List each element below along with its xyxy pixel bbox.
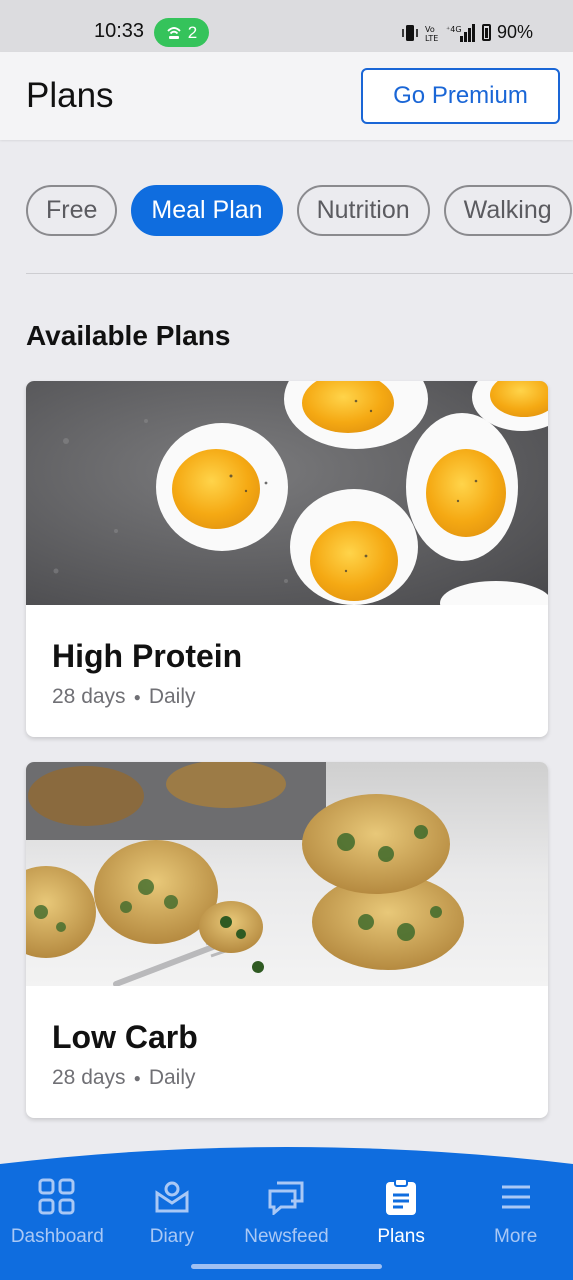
signal-icon: ⁺4G: [446, 23, 475, 42]
nav-label: More: [494, 1226, 538, 1247]
chip-nutrition[interactable]: Nutrition: [296, 185, 430, 236]
home-indicator[interactable]: [191, 1264, 382, 1269]
plan-card-high-protein[interactable]: High Protein 28 days ● Daily: [26, 381, 548, 737]
svg-text:LTE: LTE: [425, 34, 438, 42]
plan-meta: 28 days ● Daily: [52, 685, 196, 709]
plan-duration: 28 days: [52, 1066, 126, 1089]
nav-label: Diary: [149, 1226, 195, 1247]
page-title: Plans: [26, 76, 114, 115]
battery-icon: [481, 24, 491, 41]
chip-free[interactable]: Free: [26, 185, 118, 236]
bottom-navigation: Dashboard Diary Newsfeed Plans More: [0, 1140, 573, 1280]
plan-image-boiled-eggs: [26, 381, 548, 605]
status-icons: Vo LTE ⁺4G 90%: [402, 22, 533, 43]
nav-label: Newsfeed: [244, 1226, 329, 1247]
nav-item-plans[interactable]: Plans: [344, 1176, 459, 1248]
plans-icon: [380, 1176, 422, 1218]
volte-icon: Vo LTE: [425, 25, 438, 42]
diary-icon: [151, 1176, 193, 1218]
separator-dot: ●: [133, 1071, 141, 1085]
plan-image-egg-muffins: [26, 762, 548, 986]
plan-card-low-carb[interactable]: Low Carb 28 days ● Daily: [26, 762, 548, 1118]
hotspot-count: 2: [187, 22, 198, 42]
hotspot-icon: [167, 26, 181, 39]
status-time: 10:33: [94, 20, 145, 42]
vibrate-icon: [402, 24, 418, 41]
nav-item-newsfeed[interactable]: Newsfeed: [229, 1176, 344, 1248]
plan-frequency: Daily: [148, 1066, 196, 1089]
plan-title: High Protein: [52, 638, 243, 674]
app-header: Plans Go Premium: [0, 52, 573, 140]
svg-text:⁺4G: ⁺4G: [446, 25, 462, 34]
hotspot-indicator: 2: [154, 18, 209, 47]
plan-title: Low Carb: [52, 1019, 198, 1055]
nav-label: Dashboard: [10, 1226, 104, 1247]
nav-item-dashboard[interactable]: Dashboard: [0, 1176, 115, 1248]
nav-item-diary[interactable]: Diary: [115, 1176, 230, 1248]
battery-level: 90%: [496, 22, 533, 42]
go-premium-button[interactable]: Go Premium: [361, 68, 560, 124]
nav-item-more[interactable]: More: [458, 1176, 573, 1248]
newsfeed-icon: [265, 1176, 307, 1218]
plan-duration: 28 days: [52, 685, 126, 708]
plan-meta: 28 days ● Daily: [52, 1066, 196, 1090]
svg-text:Vo: Vo: [425, 25, 435, 34]
section-title: Available Plans: [26, 320, 231, 351]
separator-dot: ●: [133, 690, 141, 704]
chip-walking[interactable]: Walking: [443, 185, 572, 236]
menu-icon: [495, 1176, 537, 1218]
chip-meal-plan[interactable]: Meal Plan: [131, 185, 283, 236]
status-bar: 10:33 2 Vo LTE ⁺4G 90%: [0, 0, 573, 52]
nav-label: Plans: [377, 1226, 425, 1247]
plan-frequency: Daily: [148, 685, 196, 708]
plan-filter-chips: Free Meal Plan Nutrition Walking: [26, 185, 573, 236]
dashboard-icon: [36, 1176, 78, 1218]
divider: [26, 273, 573, 274]
